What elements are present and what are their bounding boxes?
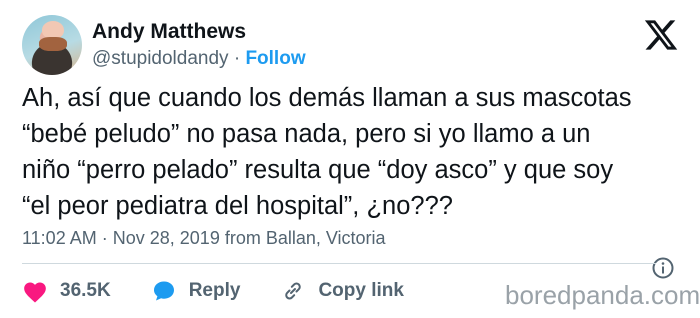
speech-bubble-icon	[153, 281, 174, 301]
author-name[interactable]: Andy Matthews	[92, 20, 246, 44]
tweet-text: Ah, así que cuando los demás llaman a su…	[22, 80, 692, 224]
handle-separator: ·	[233, 48, 241, 69]
tweet-line: niño “perro pelado” resulta que “doy asc…	[22, 156, 614, 184]
tweet-actions: 36.5K Reply Copy link	[22, 278, 444, 304]
like-count: 36.5K	[60, 280, 111, 301]
meta-separator: ·	[101, 228, 108, 248]
author-avatar[interactable]	[22, 15, 82, 75]
author-handle[interactable]: @stupidoldandy	[92, 48, 229, 69]
tweet-line: Ah, así que cuando los demás llaman a su…	[22, 84, 632, 112]
copy-link-label: Copy link	[318, 280, 404, 301]
tweet-meta: 11:02 AM · Nov 28, 2019 from Ballan, Vic…	[22, 228, 386, 249]
heart-icon	[24, 282, 46, 303]
info-icon[interactable]	[651, 256, 675, 280]
link-icon	[285, 282, 302, 300]
watermark: boredpanda.com	[505, 280, 700, 310]
tweet-date-location[interactable]: Nov 28, 2019 from Ballan, Victoria	[113, 228, 386, 248]
tweet-line: “el peor pediatra del hospital”, ¿no???	[22, 192, 453, 220]
tweet-time[interactable]: 11:02 AM	[22, 228, 97, 248]
tweet-line: “bebé peludo” no pasa nada, pero si yo l…	[22, 120, 591, 148]
avatar-hair	[39, 37, 67, 51]
like-button[interactable]: 36.5K	[22, 279, 111, 303]
follow-button[interactable]: Follow	[245, 48, 305, 69]
reply-label: Reply	[188, 280, 241, 301]
divider	[22, 263, 656, 264]
x-logo-icon[interactable]	[643, 17, 679, 53]
reply-button[interactable]: Reply	[151, 279, 241, 303]
copy-link-button[interactable]: Copy link	[280, 279, 404, 303]
author-handle-row: @stupidoldandy · Follow	[92, 48, 306, 70]
